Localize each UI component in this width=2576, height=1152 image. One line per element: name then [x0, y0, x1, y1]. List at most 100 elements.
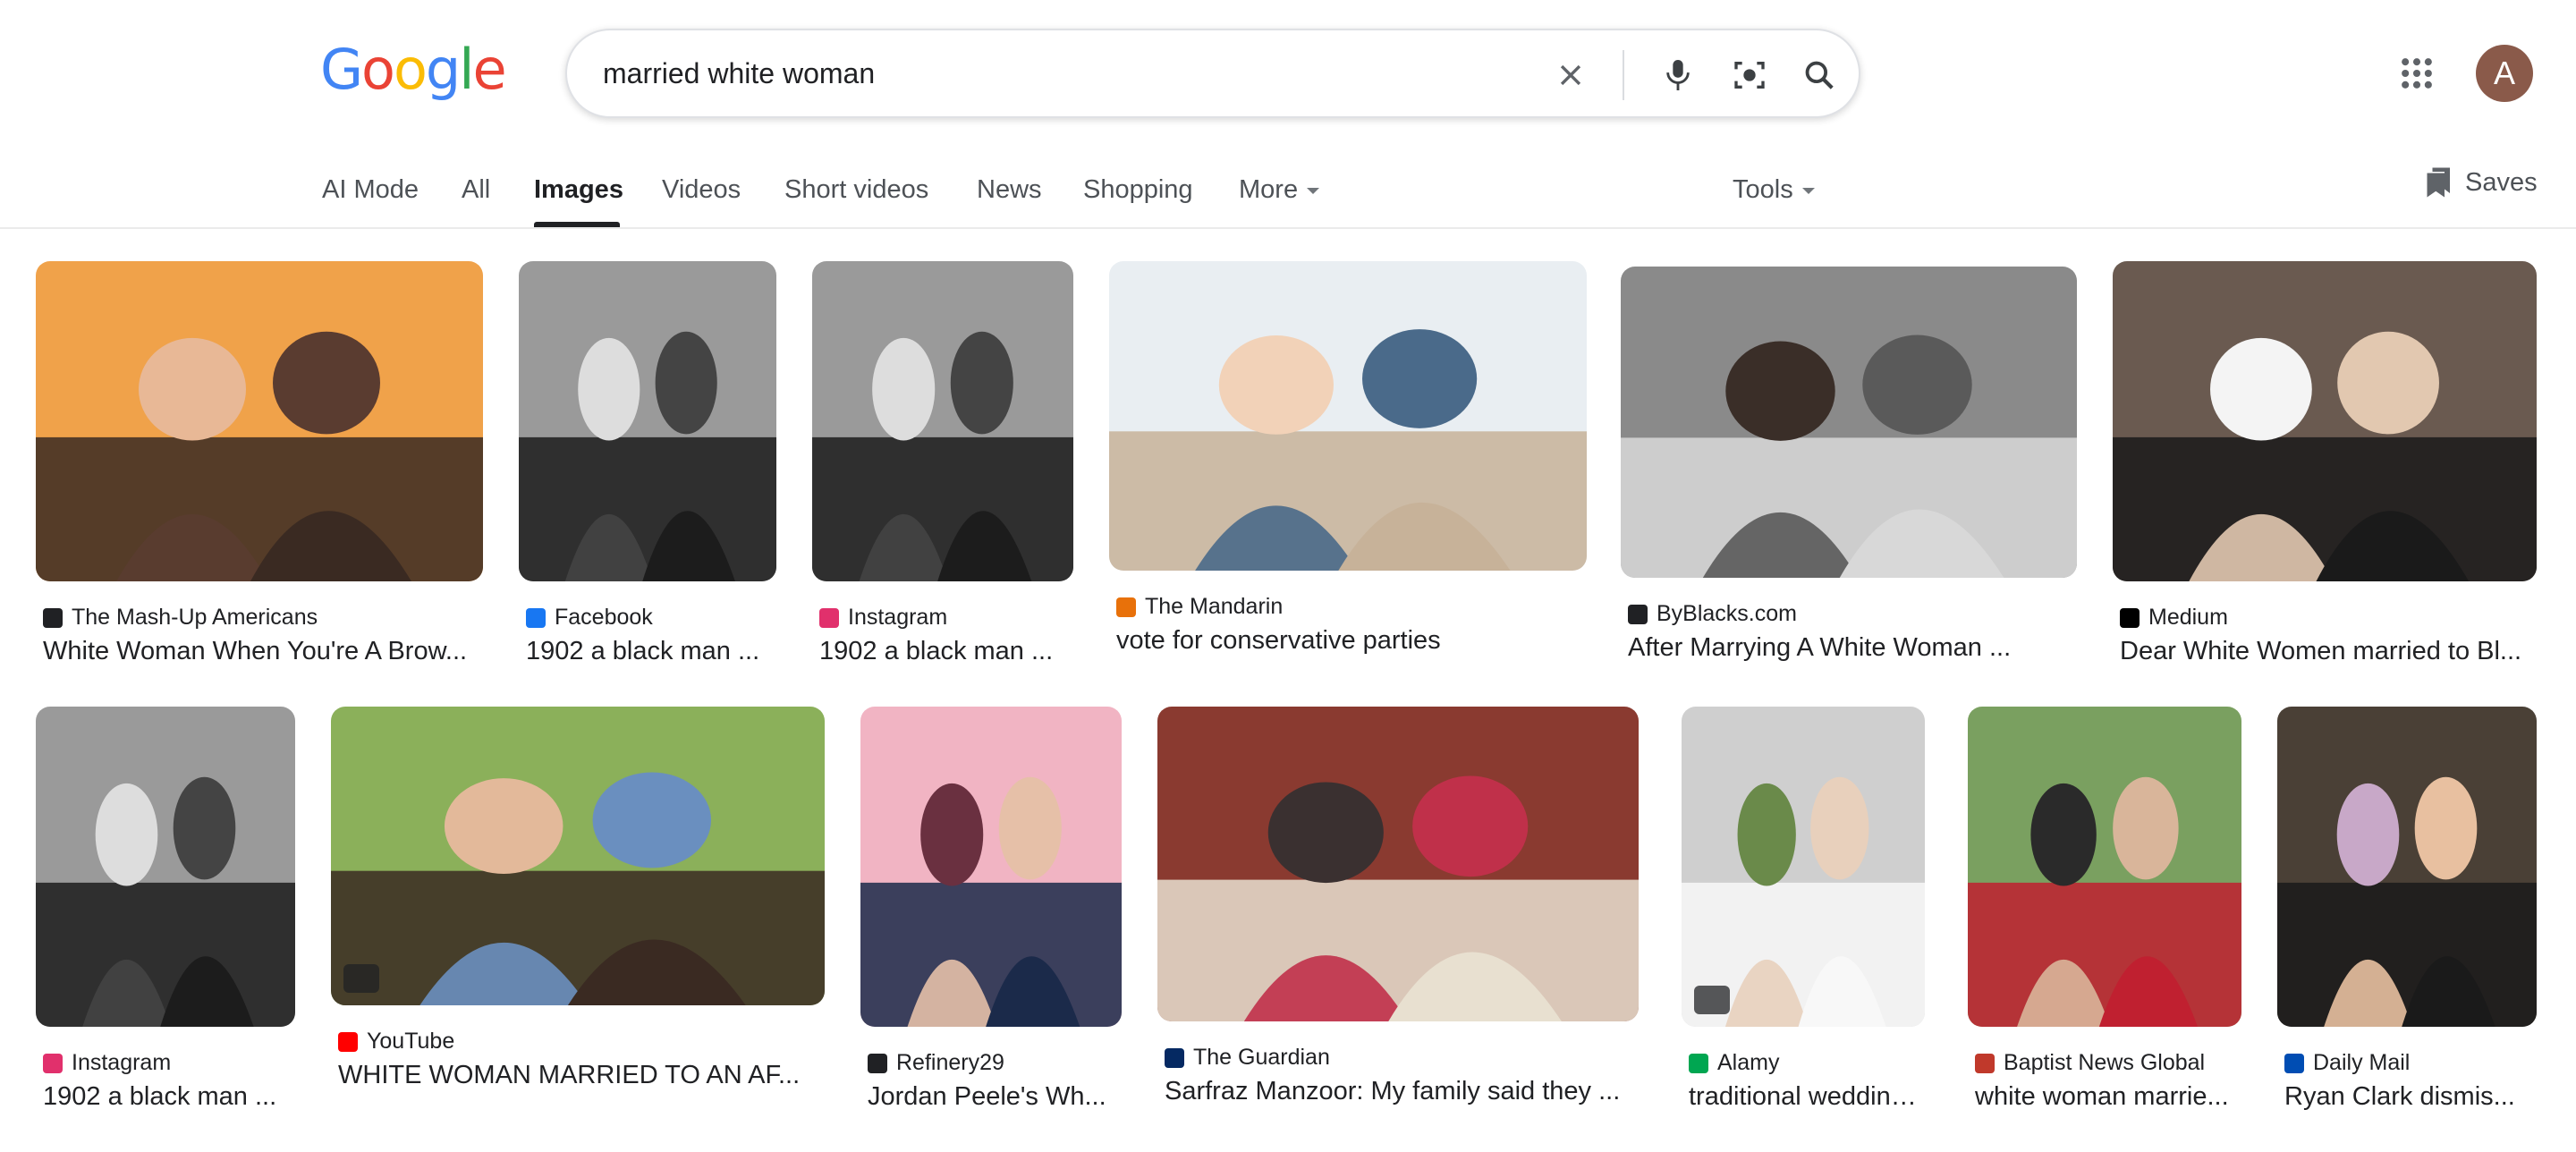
search-box[interactable]: married white woman	[565, 29, 1860, 118]
tab-news[interactable]: News	[977, 175, 1042, 205]
facebook-icon	[526, 607, 546, 628]
tools-label: Tools	[1733, 175, 1793, 204]
logo-letter: l	[459, 37, 474, 102]
logo-letter: o	[361, 37, 395, 102]
result-title[interactable]: 1902 a black man ...	[43, 1082, 288, 1112]
search-icon[interactable]	[1800, 55, 1839, 95]
image-result[interactable]: Medium Dear White Women married to Bl...	[2113, 261, 2537, 707]
result-source[interactable]: Instagram	[43, 1050, 171, 1076]
result-title[interactable]: white woman marrie...	[1975, 1082, 2234, 1112]
result-thumbnail[interactable]	[36, 707, 295, 1027]
result-thumbnail[interactable]	[1621, 267, 2077, 578]
camera-lens-icon[interactable]	[1730, 55, 1769, 95]
result-title[interactable]: WHITE WOMAN MARRIED TO AN AF...	[338, 1061, 818, 1090]
result-title[interactable]: Ryan Clark dismis...	[2284, 1082, 2529, 1112]
refinery29-icon	[868, 1053, 887, 1073]
result-source-name: Daily Mail	[2313, 1050, 2411, 1075]
logo-letter: G	[320, 37, 363, 102]
clear-icon[interactable]	[1551, 55, 1590, 95]
result-title[interactable]: Jordan Peele's Wh...	[868, 1082, 1114, 1112]
result-source-name: Medium	[2148, 605, 2228, 630]
result-thumbnail[interactable]	[2277, 707, 2537, 1027]
youtube-icon	[338, 1031, 358, 1052]
result-thumbnail[interactable]	[2113, 261, 2537, 581]
image-result[interactable]: Instagram 1902 a black man ...	[812, 261, 1073, 707]
result-title[interactable]: Dear White Women married to Bl...	[2120, 637, 2529, 666]
result-source-name: Alamy	[1717, 1050, 1780, 1075]
search-input[interactable]: married white woman	[603, 57, 875, 90]
baptist-news-icon	[1975, 1053, 1995, 1073]
image-result[interactable]: Baptist News Global white woman marrie...	[1968, 707, 2241, 1152]
result-thumbnail[interactable]	[812, 261, 1073, 581]
tab-shopping[interactable]: Shopping	[1083, 175, 1193, 205]
result-source-name: Instagram	[72, 1050, 172, 1075]
image-result[interactable]: The Mash-Up Americans White Woman When Yo…	[36, 261, 483, 707]
result-source-name: ByBlacks.com	[1657, 601, 1797, 626]
result-thumbnail[interactable]	[36, 261, 483, 581]
result-source[interactable]: The Guardian	[1165, 1045, 1330, 1071]
account-avatar[interactable]: A	[2476, 45, 2533, 102]
result-thumbnail[interactable]	[1109, 261, 1587, 571]
result-title[interactable]: vote for conservative parties	[1116, 626, 1580, 656]
result-source-name: The Guardian	[1193, 1045, 1330, 1070]
medium-icon	[2120, 607, 2140, 628]
result-thumbnail[interactable]	[519, 261, 776, 581]
tab-more[interactable]: More	[1239, 175, 1320, 205]
result-source[interactable]: Medium	[2120, 605, 2228, 631]
result-source[interactable]: Baptist News Global	[1975, 1050, 2205, 1076]
image-result[interactable]: YouTube WHITE WOMAN MARRIED TO AN AF...	[331, 707, 825, 1131]
result-title[interactable]: Sarfraz Manzoor: My family said they ...	[1165, 1077, 1631, 1106]
image-result[interactable]: Daily Mail Ryan Clark dismis...	[2277, 707, 2537, 1152]
active-tab-indicator	[534, 222, 620, 227]
result-source[interactable]: Refinery29	[868, 1050, 1004, 1076]
mandarin-favicon-icon	[1116, 597, 1136, 617]
result-source-name: Baptist News Global	[2004, 1050, 2206, 1075]
video-badge-icon	[343, 964, 379, 993]
result-source[interactable]: Alamy	[1689, 1050, 1779, 1076]
result-title[interactable]: After Marrying A White Woman ...	[1628, 633, 2070, 663]
image-result[interactable]: ByBlacks.com After Marrying A White Woman…	[1621, 267, 2077, 703]
tab-ai-mode[interactable]: AI Mode	[322, 175, 419, 205]
result-source[interactable]: ByBlacks.com	[1628, 601, 1797, 627]
tab-more-label: More	[1239, 175, 1299, 204]
result-title[interactable]: 1902 a black man ...	[526, 637, 769, 666]
result-title[interactable]: 1902 a black man ...	[819, 637, 1066, 666]
tab-videos[interactable]: Videos	[662, 175, 741, 205]
result-title[interactable]: White Woman When You're A Brow...	[43, 637, 476, 666]
mashup-favicon-icon	[43, 607, 63, 628]
result-source-name: The Mash-Up Americans	[72, 605, 318, 630]
image-result[interactable]: The Guardian Sarfraz Manzoor: My family s…	[1157, 707, 1639, 1147]
result-thumbnail[interactable]	[1157, 707, 1639, 1021]
result-thumbnail[interactable]	[331, 707, 825, 1005]
image-result[interactable]: Refinery29 Jordan Peele's Wh...	[860, 707, 1122, 1152]
image-result[interactable]: Facebook 1902 a black man ...	[519, 261, 776, 707]
result-thumbnail[interactable]	[1968, 707, 2241, 1027]
search-tabs-bar: AI Mode All Images Videos Short videos N…	[0, 161, 2576, 229]
result-source[interactable]: The Mandarin	[1116, 594, 1283, 620]
tools-button[interactable]: Tools	[1733, 175, 1815, 205]
image-result[interactable]: The Mandarin vote for conservative partie…	[1109, 261, 1587, 696]
guardian-icon	[1165, 1047, 1184, 1068]
instagram-icon	[819, 607, 839, 628]
microphone-icon[interactable]	[1658, 55, 1698, 95]
image-result[interactable]: Alamy traditional wedding...	[1682, 707, 1925, 1152]
image-result[interactable]: Instagram 1902 a black man ...	[36, 707, 295, 1152]
result-thumbnail[interactable]	[860, 707, 1122, 1027]
apps-grid-icon[interactable]	[2397, 54, 2436, 93]
tab-short-videos[interactable]: Short videos	[784, 175, 928, 205]
result-source-name: Facebook	[555, 605, 653, 630]
result-source[interactable]: Facebook	[526, 605, 653, 631]
result-source[interactable]: YouTube	[338, 1029, 454, 1055]
result-source[interactable]: Daily Mail	[2284, 1050, 2410, 1076]
tab-images[interactable]: Images	[534, 175, 623, 205]
tab-all[interactable]: All	[462, 175, 490, 205]
result-source-name: YouTube	[367, 1029, 455, 1054]
result-source[interactable]: Instagram	[819, 605, 947, 631]
result-source[interactable]: The Mash-Up Americans	[43, 605, 318, 631]
google-logo[interactable]: Google	[320, 37, 507, 102]
daily-mail-icon	[2284, 1053, 2304, 1073]
caret-down-icon	[1307, 187, 1320, 194]
result-title[interactable]: traditional wedding...	[1689, 1082, 1918, 1112]
result-thumbnail[interactable]	[1682, 707, 1925, 1027]
saves-button[interactable]: Saves	[2426, 166, 2538, 199]
